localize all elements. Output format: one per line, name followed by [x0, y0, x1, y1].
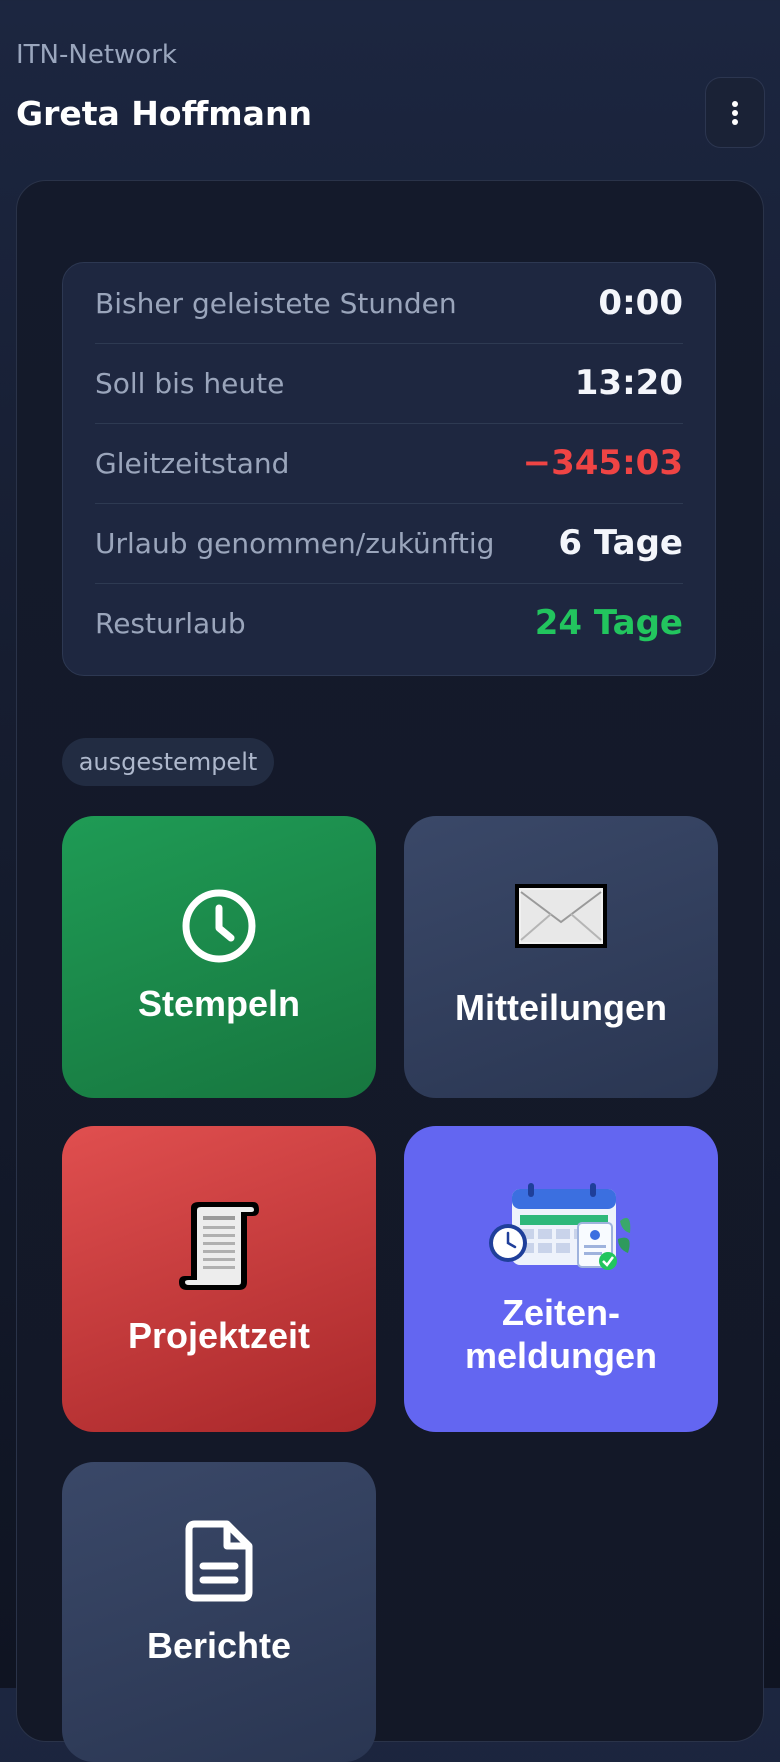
- stat-label: Gleitzeitstand: [95, 446, 290, 480]
- user-name: Greta Hoffmann: [16, 94, 312, 133]
- stats-card: Bisher geleistete Stunden 0:00 Soll bis …: [62, 262, 716, 676]
- stat-value: 24 Tage: [534, 603, 683, 643]
- zeitenmeldungen-label-line2: meldungen: [464, 1335, 657, 1376]
- scroll-icon: [179, 1202, 259, 1291]
- projektzeit-label: Projektzeit: [127, 1315, 311, 1357]
- organization-name: ITN-Network: [16, 40, 177, 70]
- more-vertical-icon: [732, 100, 738, 125]
- stat-value: −345:03: [522, 443, 683, 483]
- calendar-icon: [489, 1182, 631, 1270]
- stat-label: Urlaub genommen/zukünftig: [95, 526, 495, 560]
- document-icon: [185, 1520, 253, 1602]
- stat-row-vacation-taken: Urlaub genommen/zukünftig 6 Tage: [95, 503, 683, 584]
- berichte-label: Berichte: [146, 1625, 292, 1666]
- zeitenmeldungen-tile[interactable]: Zeiten- meldungen: [404, 1126, 718, 1432]
- berichte-tile[interactable]: Berichte: [62, 1462, 376, 1762]
- status-badge: ausgestempelt: [62, 738, 274, 786]
- stat-label: Soll bis heute: [95, 366, 285, 400]
- stat-value: 0:00: [598, 283, 683, 323]
- envelope-icon: [515, 884, 607, 949]
- stat-label: Bisher geleistete Stunden: [95, 286, 457, 320]
- stat-value: 6 Tage: [558, 523, 683, 563]
- projektzeit-tile[interactable]: Projektzeit: [62, 1126, 376, 1432]
- stat-row-target-hours: Soll bis heute 13:20: [95, 343, 683, 424]
- clock-icon: [182, 889, 256, 963]
- more-menu-button[interactable]: [705, 77, 765, 148]
- stempeln-tile[interactable]: Stempeln: [62, 816, 376, 1098]
- stat-row-remaining-vacation: Resturlaub 24 Tage: [95, 583, 683, 663]
- stat-label: Resturlaub: [95, 606, 246, 640]
- mitteilungen-label: Mitteilungen: [455, 987, 667, 1029]
- stempeln-label: Stempeln: [137, 983, 301, 1025]
- stat-row-flextime-balance: Gleitzeitstand −345:03: [95, 423, 683, 504]
- stat-row-worked-hours: Bisher geleistete Stunden 0:00: [95, 263, 683, 344]
- stat-value: 13:20: [574, 363, 683, 403]
- mitteilungen-tile[interactable]: Mitteilungen: [404, 816, 718, 1098]
- zeitenmeldungen-label-line1: Zeiten-: [501, 1291, 620, 1333]
